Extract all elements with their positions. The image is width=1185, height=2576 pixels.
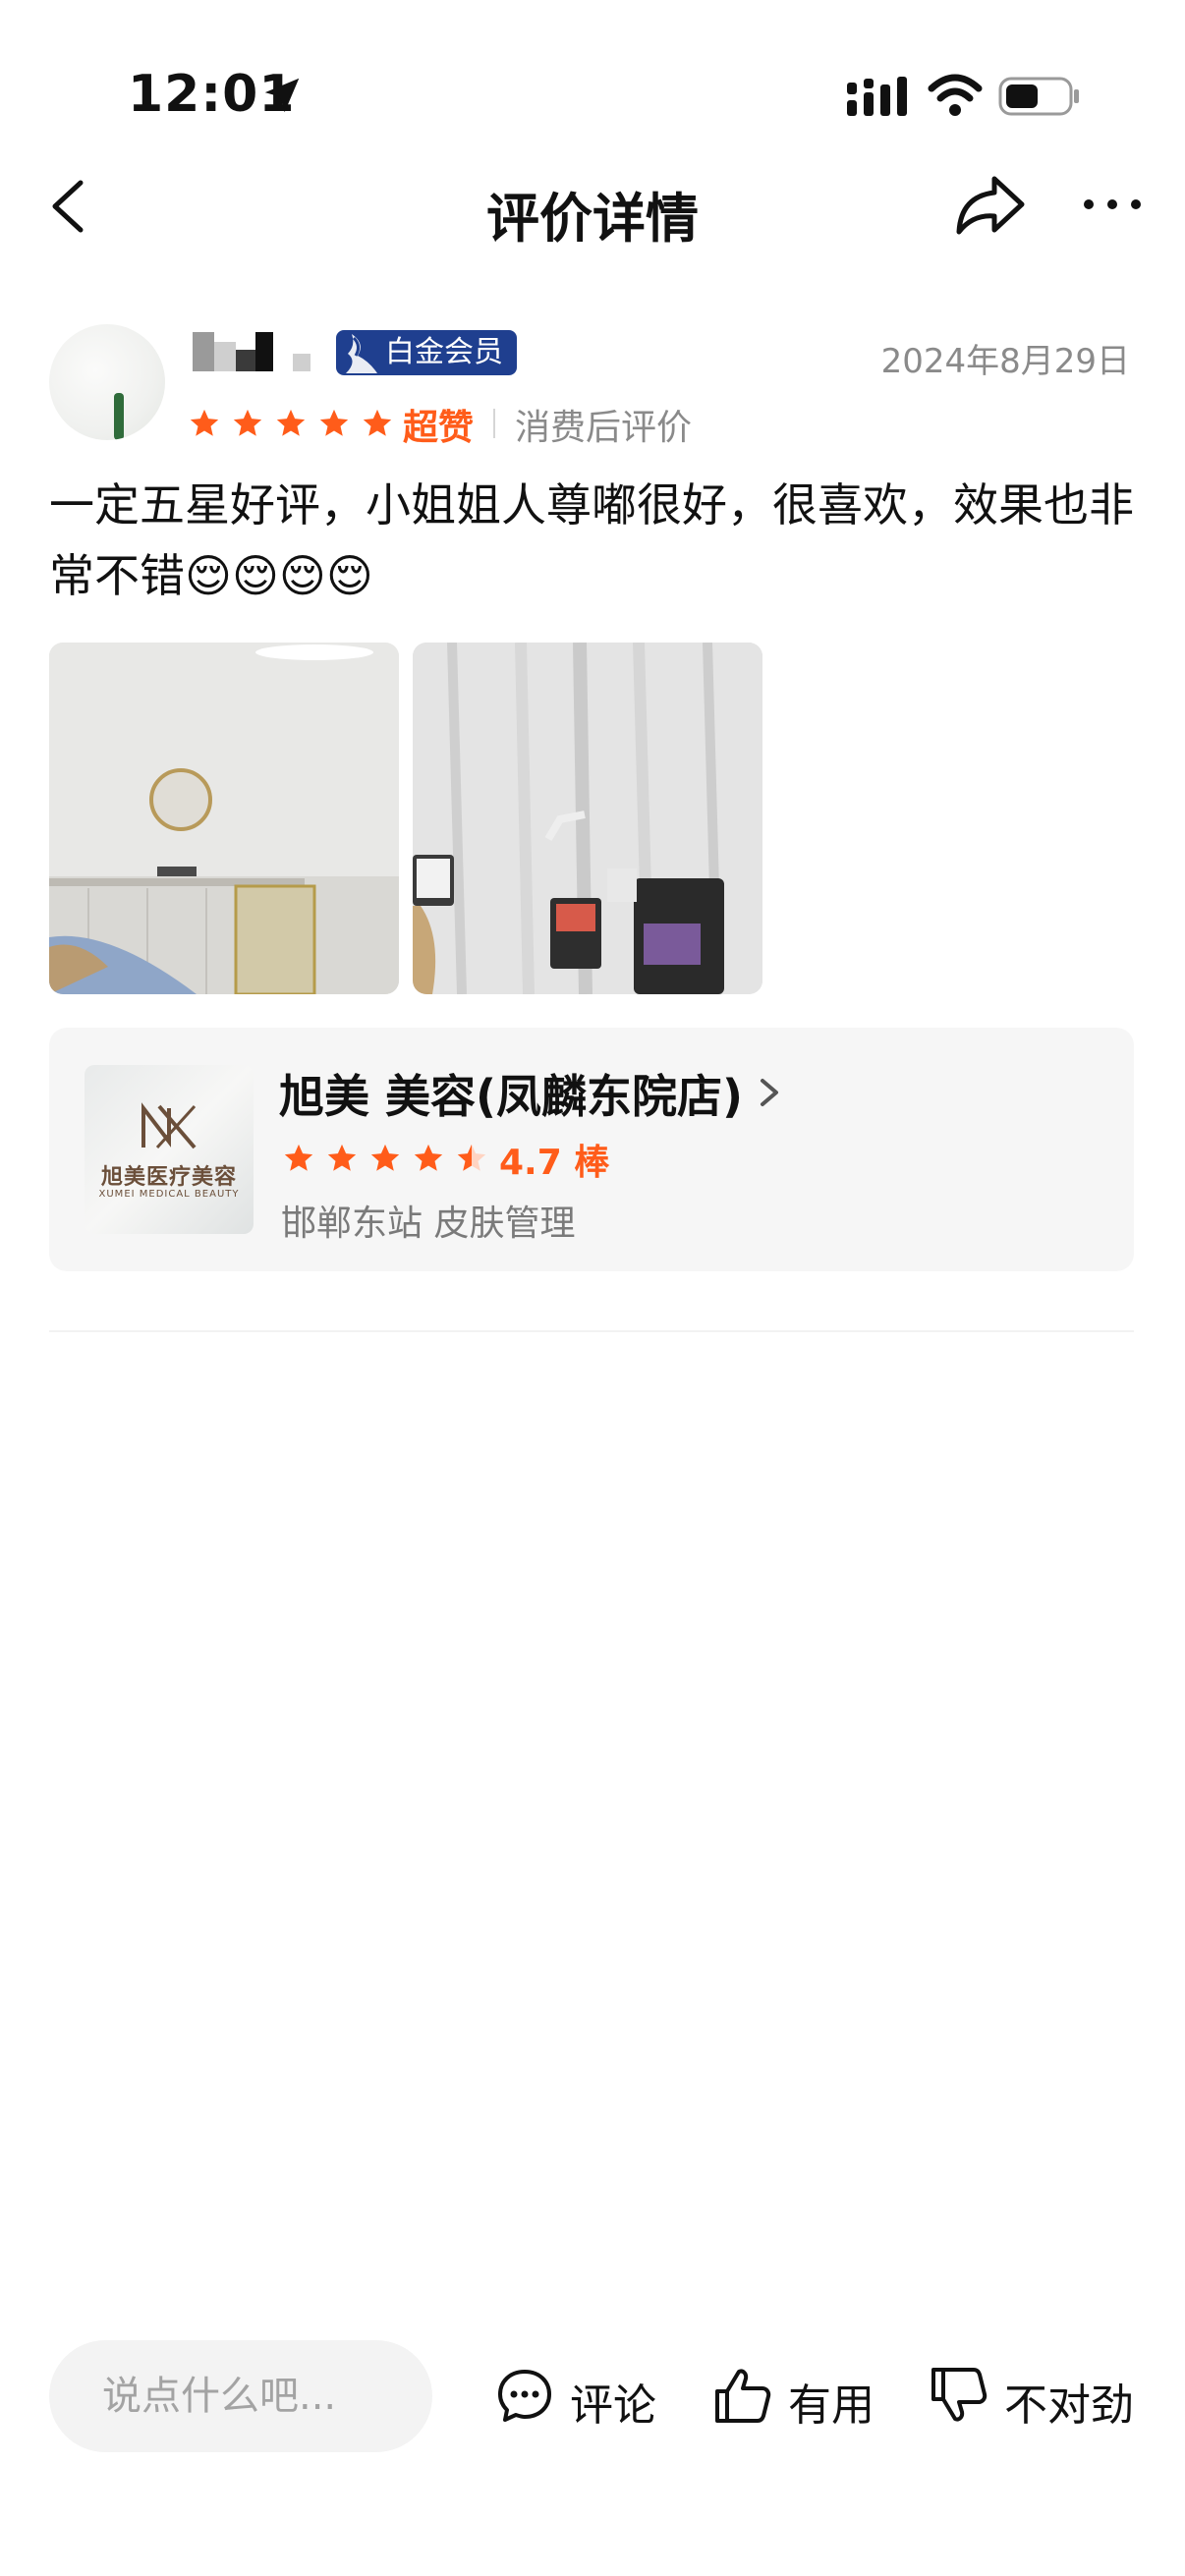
star-icon xyxy=(414,1144,443,1171)
more-icon[interactable] xyxy=(1081,187,1144,222)
username-masked[interactable] xyxy=(193,332,320,377)
avatar-plant xyxy=(114,393,124,440)
status-bar: 12:01 xyxy=(0,0,1185,147)
shop-logo-text: 旭美医疗美容 xyxy=(100,1165,237,1190)
shop-rating: 4.7 棒 xyxy=(281,1134,674,1183)
avatar[interactable] xyxy=(49,324,165,440)
star-icon xyxy=(319,409,349,436)
nav-bar: 评价详情 xyxy=(0,147,1185,265)
shop-score: 4.7 棒 xyxy=(499,1143,610,1183)
star-icon xyxy=(284,1144,313,1171)
treatment-room-photo xyxy=(49,643,399,994)
review-photo[interactable] xyxy=(49,643,399,994)
star-icon xyxy=(233,409,262,436)
signal-icon xyxy=(847,77,907,116)
shop-logo: 旭美医疗美容 XUMEI MEDICAL BEAUTY xyxy=(85,1065,254,1234)
battery-icon xyxy=(998,77,1079,116)
comment-label: 评论 xyxy=(570,2380,656,2431)
rating-separator xyxy=(493,409,495,438)
thumbs-up-icon xyxy=(715,2369,771,2423)
star-half-icon xyxy=(457,1144,486,1171)
beauty-equipment-photo xyxy=(413,643,762,994)
star-icon xyxy=(370,1144,400,1171)
not-right-button[interactable]: 不对劲 xyxy=(930,2350,1146,2442)
badge-emblem-icon xyxy=(346,334,377,373)
thumbs-down-icon xyxy=(931,2368,988,2422)
shop-name[interactable]: 旭美 美容(凤麟东院店) xyxy=(279,1061,743,1126)
not-right-label: 不对劲 xyxy=(1004,2380,1134,2431)
shop-area-category: 邯郸东站 皮肤管理 xyxy=(281,1204,576,1244)
back-icon[interactable] xyxy=(41,175,100,238)
location-arrow-icon xyxy=(264,78,300,113)
star-icon xyxy=(276,409,306,436)
star-icon xyxy=(327,1144,357,1171)
comment-button[interactable]: 评论 xyxy=(495,2350,672,2442)
star-icon xyxy=(363,409,392,436)
review-text: 一定五星好评，小姐姐人尊嘟很好，很喜欢，效果也非常不错😌😌😌😌 xyxy=(49,478,1134,602)
comment-input[interactable] xyxy=(49,2340,432,2452)
shop-logo-subtext: XUMEI MEDICAL BEAUTY xyxy=(98,1189,240,1200)
shop-card[interactable]: 旭美医疗美容 XUMEI MEDICAL BEAUTY 旭美 美容(凤麟东院店)… xyxy=(49,1028,1134,1271)
share-icon[interactable] xyxy=(953,171,1028,240)
wifi-icon xyxy=(928,74,983,116)
divider xyxy=(49,1330,1134,1332)
member-badge-label: 白金会员 xyxy=(385,335,503,369)
useful-label: 有用 xyxy=(788,2380,875,2431)
review-date: 2024年8月29日 xyxy=(880,342,1130,381)
rating-word: 超赞 xyxy=(403,408,475,448)
comment-icon xyxy=(498,2370,551,2422)
review-photo[interactable] xyxy=(413,643,762,994)
useful-button[interactable]: 有用 xyxy=(713,2350,890,2442)
chevron-right-icon xyxy=(761,1079,778,1106)
star-icon xyxy=(190,409,219,436)
rating-type: 消费后评价 xyxy=(515,408,693,448)
shop-logo-mark xyxy=(141,1102,197,1149)
member-badge: 白金会员 xyxy=(336,330,517,375)
review-detail-screen: 12:01 评价详情 白金会员 2024年8月29日 超赞 消费后评价 一定五星… xyxy=(0,0,1185,2576)
